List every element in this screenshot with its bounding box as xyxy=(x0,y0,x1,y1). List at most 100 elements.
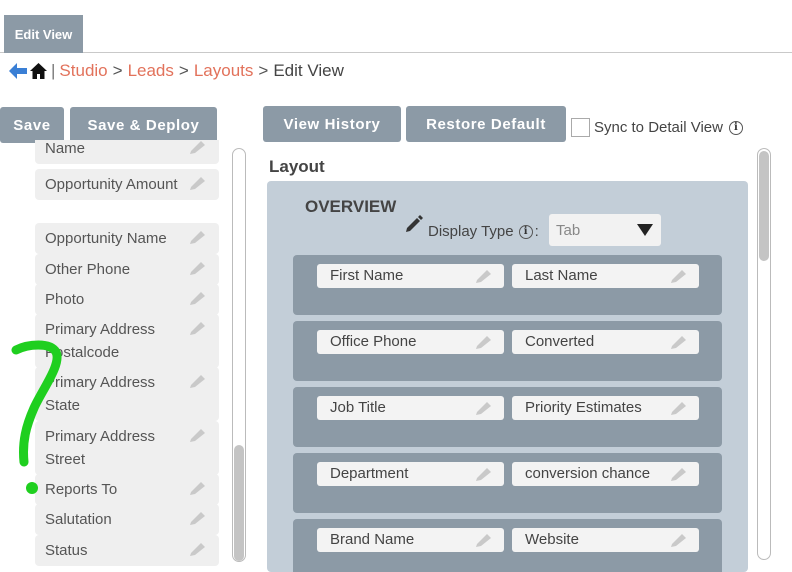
pencil-icon[interactable] xyxy=(669,269,687,283)
pencil-icon[interactable] xyxy=(669,335,687,349)
available-fields-list: Name Opportunity Amount Opportunity Name… xyxy=(0,140,230,572)
pencil-icon[interactable] xyxy=(188,230,206,244)
layout-field[interactable]: First Name xyxy=(317,264,504,288)
layout-row[interactable]: First Name Last Name xyxy=(293,255,722,315)
pencil-icon[interactable] xyxy=(188,511,206,525)
breadcrumb-leads[interactable]: Leads xyxy=(128,61,174,81)
display-type-label: Display Type xyxy=(428,223,514,240)
layout-field[interactable]: Department xyxy=(317,462,504,486)
breadcrumb: | Studio > Leads > Layouts > Edit View xyxy=(8,60,344,82)
display-type: Display Type i : xyxy=(428,223,539,240)
pencil-icon[interactable] xyxy=(188,542,206,556)
breadcrumb-separator: > xyxy=(112,61,123,80)
layout-row[interactable]: Department conversion chance xyxy=(293,453,722,513)
display-type-value: Tab xyxy=(556,221,581,239)
layout-field-label: Office Phone xyxy=(330,333,417,350)
display-type-select[interactable]: Tab xyxy=(549,214,661,246)
layout-row[interactable]: Office Phone Converted xyxy=(293,321,722,381)
field-label: Primary Address Postalcode xyxy=(45,321,156,361)
left-scrollbar-thumb[interactable] xyxy=(234,445,244,561)
field-label: Opportunity Name xyxy=(45,230,167,247)
left-scrollbar[interactable] xyxy=(232,148,246,562)
tab-strip: Edit View xyxy=(0,0,792,53)
info-icon[interactable]: i xyxy=(518,224,533,239)
back-arrow-icon[interactable] xyxy=(8,62,28,80)
pencil-icon[interactable] xyxy=(669,401,687,415)
pencil-icon[interactable] xyxy=(188,481,206,495)
field-item[interactable]: Name xyxy=(35,140,219,164)
pencil-icon[interactable] xyxy=(188,176,206,190)
restore-default-button[interactable]: Restore Default xyxy=(406,106,566,142)
layout-field-label: Job Title xyxy=(330,399,386,416)
layout-row[interactable]: Job Title Priority Estimates xyxy=(293,387,722,447)
field-item[interactable]: Primary Address State xyxy=(35,367,219,421)
field-item[interactable]: Opportunity Amount xyxy=(35,169,219,200)
layout-field-label: Website xyxy=(525,531,579,548)
view-history-button[interactable]: View History xyxy=(263,106,401,142)
layout-field[interactable]: Last Name xyxy=(512,264,699,288)
field-item[interactable]: Status xyxy=(35,535,219,566)
layout-field-label: conversion chance xyxy=(525,465,651,482)
layout-field-label: Brand Name xyxy=(330,531,415,548)
pencil-icon[interactable] xyxy=(474,269,492,283)
layout-field-label: Priority Estimates xyxy=(525,399,642,416)
sync-checkbox[interactable] xyxy=(571,118,590,137)
layout-field[interactable]: conversion chance xyxy=(512,462,699,486)
field-item[interactable]: Other Phone xyxy=(35,254,219,285)
layout-field-label: First Name xyxy=(330,267,404,284)
layout-title: Layout xyxy=(269,157,325,176)
pencil-icon[interactable] xyxy=(669,467,687,481)
pencil-icon[interactable] xyxy=(474,401,492,415)
layout-field-label: Department xyxy=(330,465,409,482)
layout-field[interactable]: Job Title xyxy=(317,396,504,420)
right-scrollbar[interactable] xyxy=(757,148,771,560)
pencil-icon[interactable] xyxy=(188,140,206,154)
pencil-icon[interactable] xyxy=(188,428,206,442)
info-icon[interactable]: i xyxy=(728,120,743,135)
save-button[interactable]: Save xyxy=(0,107,64,143)
field-label: Primary Address Street xyxy=(45,428,156,468)
breadcrumb-layouts[interactable]: Layouts xyxy=(194,61,254,81)
home-icon[interactable] xyxy=(29,62,48,80)
field-item[interactable]: Opportunity Name xyxy=(35,223,219,254)
right-scrollbar-thumb[interactable] xyxy=(759,151,769,261)
pencil-icon[interactable] xyxy=(474,533,492,547)
pencil-icon[interactable] xyxy=(404,214,424,232)
layout-row[interactable]: Brand Name Website xyxy=(293,519,722,572)
pencil-icon[interactable] xyxy=(188,261,206,275)
pencil-icon[interactable] xyxy=(474,335,492,349)
field-label: Primary Address State xyxy=(45,374,156,414)
field-item[interactable]: Photo xyxy=(35,284,219,315)
field-label: Photo xyxy=(45,291,85,308)
field-label: Salutation xyxy=(45,511,112,528)
layout-field[interactable]: Office Phone xyxy=(317,330,504,354)
field-item[interactable]: Primary Address Street xyxy=(35,421,219,475)
panel-name: OVERVIEW xyxy=(305,197,397,216)
field-item[interactable]: Salutation xyxy=(35,504,219,535)
breadcrumb-current: Edit View xyxy=(273,61,344,80)
sync-to-detail-view: Sync to Detail View i xyxy=(571,118,743,137)
layout-field[interactable]: Website xyxy=(512,528,699,552)
breadcrumb-pipe: | xyxy=(51,61,56,80)
pencil-icon[interactable] xyxy=(188,291,206,305)
pencil-icon[interactable] xyxy=(188,321,206,335)
field-label: Name xyxy=(45,140,86,157)
layout-field[interactable]: Priority Estimates xyxy=(512,396,699,420)
field-label: Reports To xyxy=(45,481,118,498)
sync-label: Sync to Detail View xyxy=(594,119,723,136)
pencil-icon[interactable] xyxy=(474,467,492,481)
layout-field[interactable]: Converted xyxy=(512,330,699,354)
field-label: Other Phone xyxy=(45,261,131,278)
field-item[interactable]: Primary Address Postalcode xyxy=(35,314,219,368)
layout-panel: OVERVIEW Display Type i : Tab First Name… xyxy=(267,181,748,572)
breadcrumb-studio[interactable]: Studio xyxy=(59,61,107,81)
layout-field[interactable]: Brand Name xyxy=(317,528,504,552)
save-deploy-button[interactable]: Save & Deploy xyxy=(70,107,217,143)
pencil-icon[interactable] xyxy=(669,533,687,547)
field-item[interactable]: Reports To xyxy=(35,474,219,505)
caret-down-icon xyxy=(637,224,653,236)
pencil-icon[interactable] xyxy=(188,374,206,388)
tab-edit-view[interactable]: Edit View xyxy=(4,15,83,53)
layout-field-label: Converted xyxy=(525,333,595,350)
display-type-separator: : xyxy=(534,223,539,240)
